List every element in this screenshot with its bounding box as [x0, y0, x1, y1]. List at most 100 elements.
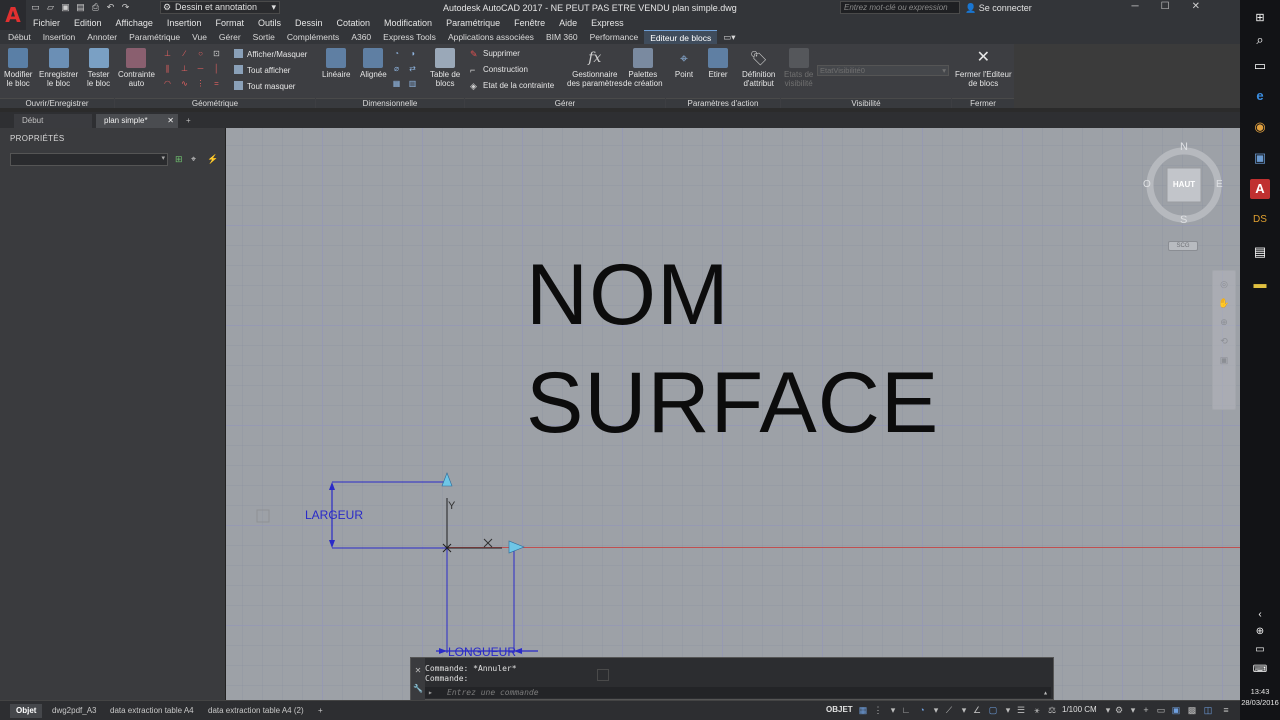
ribbon-tab-a360[interactable]: A360	[345, 30, 377, 44]
workspace-select[interactable]: ⚙ Dessin et annotation ▾	[160, 1, 280, 14]
collinear-icon[interactable]: ∕	[180, 49, 189, 58]
photos-icon[interactable]: ▣	[1250, 148, 1270, 168]
fermer-editeur-button[interactable]: ✕ Fermer l'Editeur de blocs	[955, 48, 1012, 88]
grid-icon[interactable]: ▦	[857, 704, 869, 716]
tout-masquer-button[interactable]: Tout masquer	[234, 81, 295, 91]
chevron-down-icon[interactable]: ▾	[1002, 704, 1014, 716]
layout-tab-dwg2pdf[interactable]: dwg2pdf_A3	[46, 704, 102, 718]
tangent-icon[interactable]: ◠	[163, 79, 172, 88]
clean-screen-icon[interactable]: ◫	[1202, 704, 1214, 716]
etat-contrainte-button[interactable]: ◈ Etat de la contrainte	[470, 81, 554, 91]
menu-item-cotation[interactable]: Cotation	[330, 18, 378, 28]
ribbon-tab-complements[interactable]: Compléments	[281, 30, 345, 44]
autocad-taskbar-icon[interactable]: A	[1250, 179, 1270, 199]
command-input[interactable]: ▸ Entrez une commande ▴	[425, 687, 1051, 698]
compass-west[interactable]: O	[1143, 179, 1151, 190]
diameter-dim-icon[interactable]: ⌀	[392, 64, 401, 73]
lineweight-icon[interactable]: ☰	[1015, 704, 1027, 716]
close-icon[interactable]: ✕	[1192, 1, 1200, 12]
compass-north[interactable]: N	[1180, 141, 1188, 153]
search-input[interactable]: Entrez mot-clé ou expression	[840, 1, 960, 14]
supprimer-button[interactable]: ✎ Supprimer	[470, 49, 520, 59]
parallel-icon[interactable]: ∥	[163, 64, 172, 73]
enregistrer-bloc-button[interactable]: Enregistrer le bloc	[39, 48, 78, 88]
pan-icon[interactable]: ✋	[1213, 298, 1235, 309]
etats-visibilite-button[interactable]: Etats de visibilité	[784, 48, 813, 88]
gestionnaire-parametres-button[interactable]: fx Gestionnaire des paramètres	[567, 48, 623, 88]
properties-object-select[interactable]: ▾	[10, 153, 168, 166]
definition-attribut-button[interactable]: 🏷 Définition d'attribut	[742, 48, 775, 88]
hardware-acceleration-icon[interactable]: ▩	[1186, 704, 1198, 716]
compass-east[interactable]: E	[1216, 179, 1223, 190]
panel-fermer[interactable]: Fermer	[952, 98, 1014, 108]
afficher-masquer-button[interactable]: Afficher/Masquer	[234, 49, 307, 59]
layout-tab-data-extraction-2[interactable]: data extraction table A4 (2)	[202, 704, 310, 718]
annotation-scale-icon[interactable]: ⚖	[1046, 704, 1058, 716]
add-layout-button[interactable]: +	[312, 704, 329, 718]
chevron-down-icon[interactable]: ▾	[1127, 704, 1139, 716]
layout-tab-objet[interactable]: Objet	[10, 704, 43, 718]
wcs-menu[interactable]: SCG	[1168, 241, 1198, 251]
lineaire-button[interactable]: Linéaire	[322, 48, 350, 79]
ribbon-tab-performance[interactable]: Performance	[584, 30, 645, 44]
angular-dim-icon[interactable]: ◔	[392, 49, 401, 58]
plus-icon[interactable]: +	[1140, 704, 1152, 716]
keyboard-icon[interactable]: ⌨	[1250, 660, 1270, 680]
menu-item-dessin[interactable]: Dessin	[288, 18, 330, 28]
workspace-switch-icon[interactable]: ⚙	[1113, 704, 1125, 716]
menu-item-insertion[interactable]: Insertion	[160, 18, 209, 28]
chevron-down-icon[interactable]: ▾	[887, 704, 899, 716]
ortho-icon[interactable]: ∟	[900, 704, 912, 716]
isolate-objects-icon[interactable]: ▣	[1170, 704, 1182, 716]
menu-item-edition[interactable]: Edition	[67, 18, 109, 28]
notifications-icon[interactable]: ▭	[1250, 640, 1270, 660]
drawing-canvas[interactable]: NOM SURFACE LARGEUR LONGUEUR Y N S E O H…	[226, 128, 1240, 700]
design-review-icon[interactable]: DS	[1250, 210, 1270, 230]
app-menu-button[interactable]: A	[0, 0, 26, 30]
network-volume-icon[interactable]: ⊕	[1250, 622, 1270, 642]
save-as-icon[interactable]: ▤	[75, 2, 86, 13]
object-snap-icon[interactable]: ▢	[987, 704, 999, 716]
largeur-label[interactable]: LARGEUR	[305, 508, 363, 522]
units-icon[interactable]: ▭	[1155, 704, 1167, 716]
plot-icon[interactable]: ⎙	[90, 2, 101, 13]
maximize-icon[interactable]: ☐	[1161, 1, 1170, 12]
vertical-icon[interactable]: │	[212, 64, 221, 73]
fix-icon[interactable]: ⊡	[212, 49, 221, 58]
ribbon-tab-annoter[interactable]: Annoter	[81, 30, 123, 44]
equal-icon[interactable]: =	[212, 79, 221, 88]
ribbon-tab-applications-associees[interactable]: Applications associées	[442, 30, 540, 44]
radius-dim-icon[interactable]: ◑	[408, 49, 417, 58]
showmotion-icon[interactable]: ▣	[1213, 355, 1235, 366]
annotation-visibility-icon[interactable]: ⚹	[1031, 704, 1043, 716]
polar-icon[interactable]: ◔	[916, 704, 928, 716]
menu-item-aide[interactable]: Aide	[552, 18, 584, 28]
task-view-icon[interactable]: ▭	[1250, 56, 1270, 76]
undo-icon[interactable]: ↶	[105, 2, 116, 13]
menu-item-outils[interactable]: Outils	[251, 18, 288, 28]
chrome-icon[interactable]: ◉	[1250, 117, 1270, 137]
annotation-scale-select[interactable]: 1/100 CM	[1062, 705, 1097, 714]
ribbon-tab-sortie[interactable]: Sortie	[247, 30, 281, 44]
tab-debut[interactable]: Début	[14, 114, 92, 128]
table-blocs-button[interactable]: Table de blocs	[430, 48, 460, 88]
modifier-bloc-button[interactable]: Modifier le bloc	[4, 48, 32, 88]
visibility-state-select[interactable]: EtatVisibilité0 ▾	[817, 65, 949, 76]
dim-param-2-icon[interactable]: ▥	[408, 79, 417, 88]
palettes-creation-button[interactable]: Palettes de création	[623, 48, 663, 88]
open-icon[interactable]: ▱	[45, 2, 56, 13]
taskbar-clock[interactable]: 13:43 28/03/2016	[1240, 686, 1280, 708]
toggle-pickadd-icon[interactable]: ⊞	[175, 154, 183, 165]
dim-param-icon[interactable]: ▦	[392, 79, 401, 88]
model-space-button[interactable]: OBJET	[826, 705, 853, 714]
menu-item-format[interactable]: Format	[208, 18, 251, 28]
smooth-icon[interactable]: ∿	[180, 79, 189, 88]
panel-geometrique[interactable]: Géométrique	[115, 98, 315, 108]
layout-tab-data-extraction[interactable]: data extraction table A4	[104, 704, 200, 718]
ribbon-tab-debut[interactable]: Début	[2, 30, 37, 44]
search-icon[interactable]: ⌕	[1250, 30, 1270, 50]
convert-dim-icon[interactable]: ⇄	[408, 64, 417, 73]
tester-bloc-button[interactable]: Tester le bloc	[87, 48, 110, 88]
construction-button[interactable]: ⌐ Construction	[470, 65, 528, 75]
concentric-icon[interactable]: ○	[196, 49, 205, 58]
